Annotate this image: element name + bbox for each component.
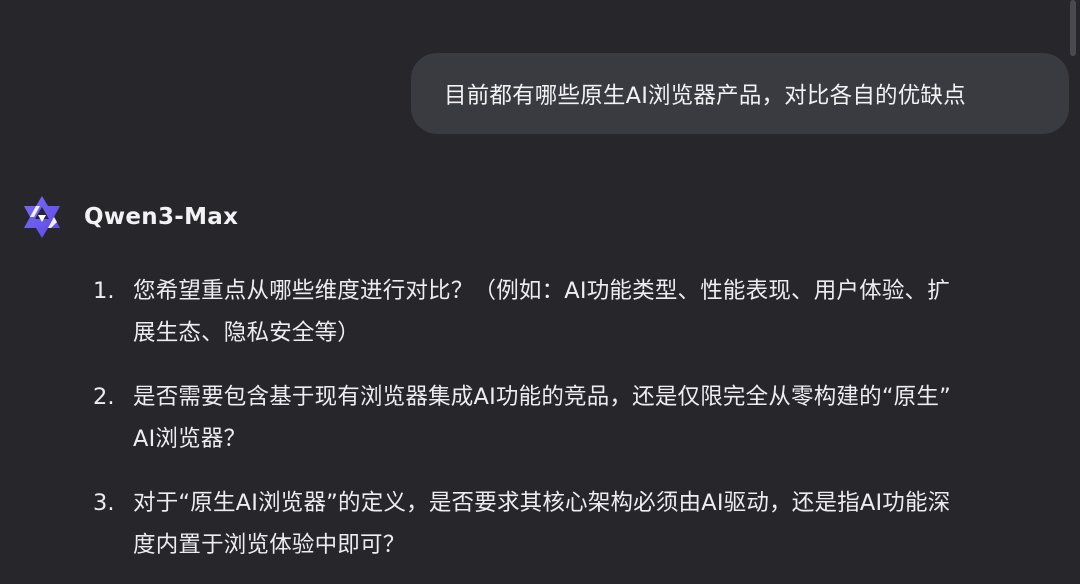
list-item-text: 对于“原生AI浏览器”的定义，是否要求其核心架构必须由AI驱动，还是指AI功能深… — [133, 482, 1073, 566]
qwen-logo-icon — [24, 196, 60, 238]
assistant-header: Qwen3-Max — [18, 193, 238, 241]
list-item-text: 是否需要包含基于现有浏览器集成AI功能的竞品，还是仅限完全从零构建的“原生” A… — [133, 376, 1073, 460]
list-item-line: 度内置于浏览体验中即可？ — [133, 532, 406, 558]
list-item-line: 对于“原生AI浏览器”的定义，是否要求其核心架构必须由AI驱动，还是指AI功能深 — [133, 490, 951, 516]
list-item-number: 2. — [93, 384, 115, 410]
user-message-bubble: 目前都有哪些原生AI浏览器产品，对比各自的优缺点 — [411, 53, 1069, 134]
list-item-text: 您希望重点从哪些维度进行对比？（例如：AI功能类型、性能表现、用户体验、扩 展生… — [133, 270, 1073, 354]
list-item-number: 3. — [93, 490, 115, 516]
list-item-line: 展生态、隐私安全等） — [133, 320, 361, 346]
list-item-line: 您希望重点从哪些维度进行对比？（例如：AI功能类型、性能表现、用户体验、扩 — [133, 278, 950, 304]
scrollbar[interactable] — [1070, 0, 1076, 56]
user-message-text: 目前都有哪些原生AI浏览器产品，对比各自的优缺点 — [444, 82, 966, 109]
model-name: Qwen3-Max — [84, 204, 239, 230]
list-item-number: 1. — [93, 278, 115, 304]
list-item-line: AI浏览器？ — [133, 426, 247, 452]
chat-view: 目前都有哪些原生AI浏览器产品，对比各自的优缺点 Qwen3-Max 1. 您希… — [0, 0, 1080, 584]
list-item-line: 是否需要包含基于现有浏览器集成AI功能的竞品，还是仅限完全从零构建的“原生” — [133, 384, 951, 410]
